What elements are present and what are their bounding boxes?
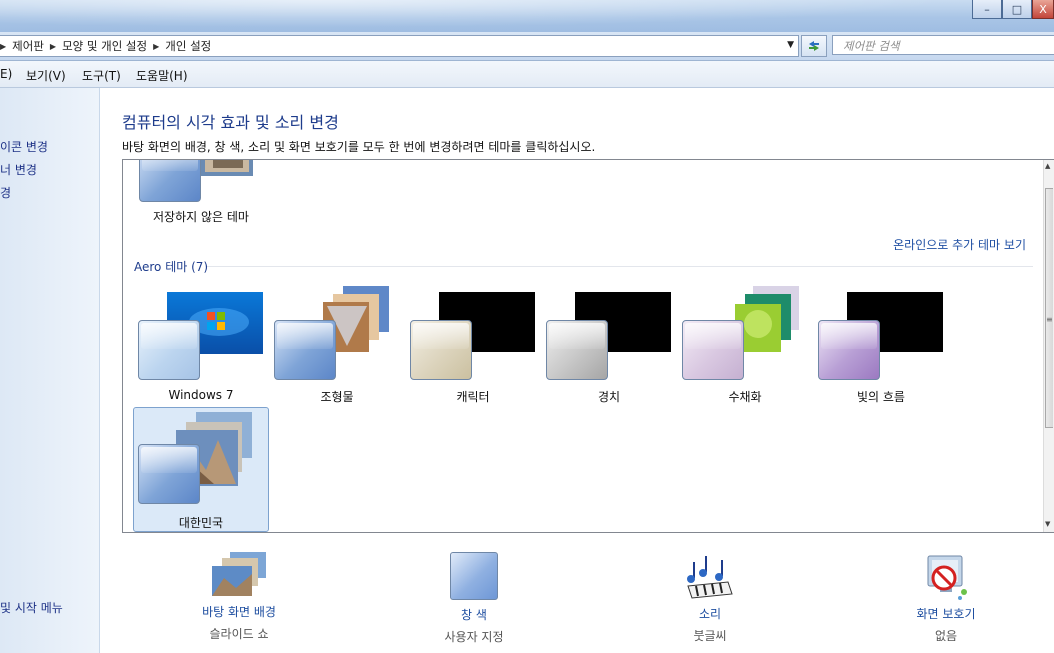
theme-name: Windows 7 <box>168 388 234 402</box>
theme-watercolor[interactable]: 수채화 <box>677 286 813 406</box>
section-divider <box>207 266 1033 267</box>
menu-view[interactable]: 보기(V) <box>26 67 66 84</box>
theme-list: 저장하지 않은 테마 온라인으로 추가 테마 보기 Aero 테마 (7) Wi… <box>122 159 1054 533</box>
theme-light-aura[interactable]: 빛의 흐름 <box>813 286 949 406</box>
color-swatch <box>546 320 608 380</box>
sounds-icon <box>687 556 733 599</box>
scroll-thumb[interactable] <box>1045 188 1053 428</box>
window-color-link[interactable]: 창 색 사용자 지정 <box>394 552 554 645</box>
sounds-link[interactable]: 소리 붓글씨 <box>630 552 790 644</box>
theme-list-scrollbar[interactable]: ▲ ≡ ▼ <box>1043 160 1054 532</box>
sidebar-link-mouse-pointers[interactable]: 너 변경 <box>0 161 37 178</box>
color-swatch <box>682 320 744 380</box>
scroll-down-icon[interactable]: ▼ <box>1045 520 1050 528</box>
theme-name: 캐릭터 <box>456 390 490 404</box>
desktop-background-label[interactable]: 바탕 화면 배경 <box>159 603 319 620</box>
desktop-background-value: 슬라이드 쇼 <box>209 627 269 641</box>
desktop-background-link[interactable]: 바탕 화면 배경 슬라이드 쇼 <box>159 552 319 642</box>
color-swatch <box>274 320 336 380</box>
sidebar-link-taskbar-start-menu[interactable]: 및 시작 메뉴 <box>0 599 63 616</box>
breadcrumb-control-panel[interactable]: 제어판 <box>6 38 50 54</box>
online-themes-link[interactable]: 온라인으로 추가 테마 보기 <box>893 236 1026 253</box>
menu-tools[interactable]: 도구(T) <box>82 67 121 84</box>
theme-name: 경치 <box>597 390 621 404</box>
scroll-grip-icon: ≡ <box>1046 315 1053 324</box>
theme-windows-7[interactable]: Windows 7 <box>133 286 269 406</box>
screensaver-icon <box>927 555 967 600</box>
window-color-icon <box>450 552 498 600</box>
theme-name: 대한민국 <box>178 516 224 530</box>
refresh-icon <box>809 41 819 51</box>
search-input[interactable]: 제어판 검색 <box>832 35 1054 55</box>
window-controls: – □ X <box>972 0 1054 20</box>
color-swatch <box>410 320 472 380</box>
maximize-button[interactable]: □ <box>1002 0 1032 19</box>
color-swatch <box>139 160 201 202</box>
refresh-button[interactable] <box>801 35 827 57</box>
menu-bar: E) 보기(V) 도구(T) 도움말(H) <box>0 61 1054 88</box>
sidebar-link-desktop-icons[interactable]: 이콘 변경 <box>0 138 48 155</box>
page-description: 바탕 화면의 배경, 창 색, 소리 및 화면 보호기를 모두 한 번에 변경하… <box>122 140 596 154</box>
scroll-up-icon[interactable]: ▲ <box>1045 162 1050 170</box>
breadcrumb-appearance[interactable]: 모양 및 개인 설정 <box>56 38 153 54</box>
screensaver-link[interactable]: 화면 보호기 없음 <box>866 552 1026 644</box>
color-swatch <box>818 320 880 380</box>
tasks-pane: 이콘 변경 너 변경 경 및 시작 메뉴 <box>0 88 100 653</box>
breadcrumb-personalization[interactable]: 개인 설정 <box>159 38 217 54</box>
theme-name: 조형물 <box>320 390 354 404</box>
sounds-label[interactable]: 소리 <box>630 605 790 622</box>
color-swatch <box>138 320 200 380</box>
close-button[interactable]: X <box>1032 0 1054 19</box>
navigation-bar: ▶ 제어판 ▶ 모양 및 개인 설정 ▶ 개인 설정 ▼ 제어판 검색 <box>0 32 1054 61</box>
theme-architecture[interactable]: 조형물 <box>269 286 405 406</box>
color-swatch <box>138 444 200 504</box>
theme-unsaved-label: 저장하지 않은 테마 <box>153 210 249 224</box>
theme-name: 빛의 흐름 <box>857 390 905 404</box>
window-title-bar: – □ X <box>0 0 1054 32</box>
minimize-button[interactable]: – <box>972 0 1002 19</box>
screensaver-value: 없음 <box>934 629 958 643</box>
window-color-label[interactable]: 창 색 <box>394 606 554 623</box>
theme-landscapes[interactable]: 경치 <box>541 286 677 406</box>
menu-edit[interactable]: E) <box>0 67 12 81</box>
page-title: 컴퓨터의 시각 효과 및 소리 변경 <box>122 113 339 132</box>
sidebar-link-account-picture[interactable]: 경 <box>0 184 11 201</box>
theme-name: 수채화 <box>728 390 762 404</box>
theme-korea[interactable]: 대한민국 <box>133 407 269 532</box>
menu-help[interactable]: 도움말(H) <box>136 67 188 84</box>
address-dropdown-icon[interactable]: ▼ <box>787 40 794 50</box>
screensaver-label[interactable]: 화면 보호기 <box>866 605 1026 622</box>
window-color-value: 사용자 지정 <box>444 630 504 644</box>
address-bar[interactable]: ▶ 제어판 ▶ 모양 및 개인 설정 ▶ 개인 설정 ▼ <box>0 35 799 57</box>
theme-characters[interactable]: 캐릭터 <box>405 286 541 406</box>
aero-section-label: Aero 테마 (7) <box>134 260 209 274</box>
desktop-background-icon <box>212 552 266 596</box>
sounds-value: 붓글씨 <box>693 629 727 643</box>
